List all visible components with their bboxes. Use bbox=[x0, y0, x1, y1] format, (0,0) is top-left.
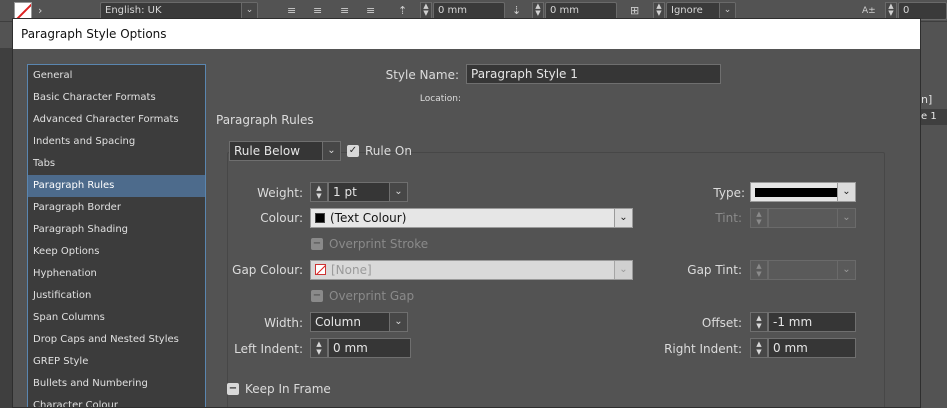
chevron-down-icon: ⌄ bbox=[614, 209, 632, 227]
category-item[interactable]: General bbox=[28, 65, 205, 87]
category-item[interactable]: Hyphenation bbox=[28, 263, 205, 285]
overprint-gap-checkbox: − bbox=[311, 290, 323, 302]
category-item[interactable]: Drop Caps and Nested Styles bbox=[28, 329, 205, 351]
chevron-right-icon[interactable]: › bbox=[38, 3, 42, 19]
chevron-down-icon: ⌄ bbox=[389, 313, 407, 331]
rule-type-select[interactable]: Rule Below ⌄ bbox=[229, 141, 341, 161]
chevron-down-icon: ⌄ bbox=[837, 261, 855, 279]
rule-type-value: Rule Below bbox=[234, 144, 301, 158]
category-item[interactable]: Advanced Character Formats bbox=[28, 109, 205, 131]
chevron-down-icon: ⌄ bbox=[837, 183, 855, 201]
weight-value: 1 pt bbox=[333, 185, 357, 199]
category-item[interactable]: Indents and Spacing bbox=[28, 131, 205, 153]
category-item[interactable]: Bullets and Numbering bbox=[28, 373, 205, 395]
width-select[interactable]: Column ⌄ bbox=[310, 312, 408, 332]
category-item[interactable]: Justification bbox=[28, 285, 205, 307]
dialog-title: Paragraph Style Options bbox=[13, 19, 920, 49]
background-left-strip bbox=[0, 48, 12, 408]
space-after-value: 0 mm bbox=[550, 5, 580, 16]
chevron-down-icon: ⌄ bbox=[837, 209, 855, 227]
background-panel: n] bbox=[921, 22, 947, 408]
category-item[interactable]: Tabs bbox=[28, 153, 205, 175]
overprint-stroke-checkbox: − bbox=[311, 238, 323, 250]
gap-tint-stepper: ▲ ▼ bbox=[750, 260, 768, 280]
section-title: Paragraph Rules bbox=[216, 113, 314, 127]
category-item[interactable]: Character Colour bbox=[28, 395, 205, 407]
style-name-label: Style Name: bbox=[385, 68, 459, 82]
text-size-icon: A± bbox=[862, 6, 876, 16]
offset-label: Offset: bbox=[701, 316, 742, 330]
solid-stroke-icon bbox=[755, 188, 837, 197]
category-item[interactable]: Paragraph Shading bbox=[28, 219, 205, 241]
offset-input[interactable]: -1 mm bbox=[768, 312, 856, 332]
space-after-icon: ⇣ bbox=[512, 4, 522, 17]
overprint-stroke-label: Overprint Stroke bbox=[329, 237, 429, 251]
align-left-icon[interactable]: ≡ bbox=[287, 3, 296, 19]
chevron-down-icon: ⌄ bbox=[241, 3, 257, 19]
width-value: Column bbox=[315, 315, 361, 329]
stroke-type-select[interactable]: ⌄ bbox=[750, 182, 856, 202]
tint-stepper: ▲ ▼ bbox=[750, 208, 768, 228]
left-indent-input[interactable]: 0 mm bbox=[328, 338, 411, 358]
chevron-down-icon: ⌄ bbox=[719, 3, 735, 19]
align-justify-icon[interactable]: ≡ bbox=[340, 3, 349, 19]
category-item[interactable]: Paragraph Border bbox=[28, 197, 205, 219]
background-selected-style: e 1 bbox=[921, 109, 947, 125]
category-item-selected[interactable]: Paragraph Rules bbox=[28, 175, 205, 197]
category-item[interactable]: Keep Options bbox=[28, 241, 205, 263]
black-swatch-icon bbox=[315, 213, 325, 223]
offset-stepper[interactable]: ▲ ▼ bbox=[750, 312, 768, 332]
right-indent-input[interactable]: 0 mm bbox=[768, 338, 856, 358]
none-swatch-icon bbox=[315, 264, 326, 275]
colour-select[interactable]: (Text Colour) ⌄ bbox=[310, 208, 633, 228]
align-right-icon[interactable]: ≡ bbox=[366, 3, 375, 19]
keep-in-frame-checkbox[interactable]: − bbox=[227, 383, 239, 395]
weight-combobox[interactable]: 1 pt ⌄ bbox=[328, 182, 408, 202]
colour-value: (Text Colour) bbox=[330, 211, 407, 225]
chevron-down-icon: ⌄ bbox=[389, 183, 407, 201]
left-indent-label: Left Indent: bbox=[234, 342, 303, 356]
rule-on-label: Rule On bbox=[365, 144, 412, 158]
gap-colour-label: Gap Colour: bbox=[232, 263, 303, 277]
right-indent-label: Right Indent: bbox=[664, 342, 742, 356]
keep-in-frame-label: Keep In Frame bbox=[245, 382, 331, 396]
weight-label: Weight: bbox=[257, 186, 303, 200]
width-label: Width: bbox=[264, 316, 303, 330]
rule-on-checkbox[interactable]: ✓ bbox=[347, 145, 359, 157]
right-value: 0 bbox=[903, 5, 910, 16]
overprint-gap-label: Overprint Gap bbox=[329, 289, 415, 303]
tint-combobox: ⌄ bbox=[768, 208, 856, 228]
tint-label: Tint: bbox=[715, 211, 742, 225]
type-label: Type: bbox=[713, 186, 745, 200]
space-before-icon: ⇡ bbox=[398, 4, 408, 17]
style-name-input[interactable]: Paragraph Style 1 bbox=[466, 64, 721, 84]
category-item[interactable]: Span Columns bbox=[28, 307, 205, 329]
gap-colour-select: [None] ⌄ bbox=[310, 260, 633, 280]
align-mode-value: Ignore bbox=[671, 5, 703, 16]
language-value: English: UK bbox=[105, 5, 162, 16]
chevron-down-icon: ⌄ bbox=[322, 142, 340, 160]
category-item[interactable]: GREP Style bbox=[28, 351, 205, 373]
right-indent-stepper[interactable]: ▲ ▼ bbox=[750, 338, 768, 358]
category-item[interactable]: Basic Character Formats bbox=[28, 87, 205, 109]
colour-label: Colour: bbox=[260, 211, 303, 225]
chevron-down-icon: ⌄ bbox=[614, 261, 632, 279]
gap-colour-value: [None] bbox=[331, 263, 372, 277]
gap-tint-combobox: ⌄ bbox=[768, 260, 856, 280]
align-center-icon[interactable]: ≡ bbox=[313, 3, 322, 19]
paragraph-style-options-dialog: Paragraph Style Options General Basic Ch… bbox=[12, 18, 921, 408]
weight-stepper[interactable]: ▲ ▼ bbox=[310, 182, 328, 202]
space-before-value: 0 mm bbox=[438, 5, 468, 16]
background-panel-text: n] bbox=[921, 93, 933, 106]
category-list[interactable]: General Basic Character Formats Advanced… bbox=[27, 64, 206, 407]
grid-align-icon: ⊞ bbox=[630, 4, 640, 17]
left-indent-stepper[interactable]: ▲ ▼ bbox=[310, 338, 328, 358]
location-label: Location: bbox=[419, 94, 461, 104]
gap-tint-label: Gap Tint: bbox=[687, 263, 742, 277]
